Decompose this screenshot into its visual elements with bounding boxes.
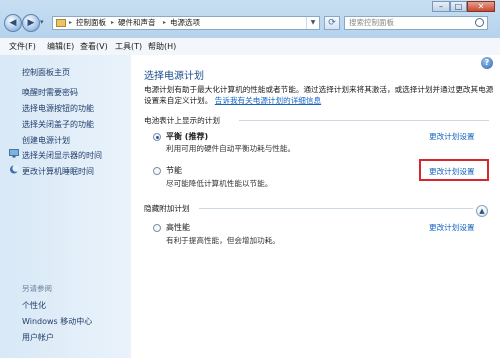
chevron-up-icon: ▲: [479, 207, 485, 215]
plan-high-performance-name[interactable]: 高性能: [166, 222, 190, 233]
back-button[interactable]: ◀: [4, 14, 22, 32]
moon-icon: [10, 165, 19, 174]
refresh-button[interactable]: ⟳: [324, 16, 340, 30]
menu-bar: 文件(F) 编辑(E) 查看(V) 工具(T) 帮助(H): [0, 38, 500, 56]
recent-pages-dropdown[interactable]: ▾: [40, 18, 48, 26]
see-also-personalization[interactable]: 个性化: [22, 300, 46, 311]
address-dropdown-icon[interactable]: ▼: [306, 17, 319, 29]
plan-power-saver-radio[interactable]: [153, 167, 161, 175]
plan-power-saver-name[interactable]: 节能: [166, 165, 182, 176]
plan-high-performance-change-settings-link[interactable]: 更改计划设置: [429, 222, 475, 233]
menu-tools[interactable]: 工具(T): [115, 38, 142, 55]
plan-high-performance-desc: 有利于提高性能，但会增加功耗。: [166, 236, 280, 245]
collapse-button[interactable]: ▲: [476, 205, 488, 217]
menu-help[interactable]: 帮助(H): [148, 38, 176, 55]
battery-plans-heading: 电池表计上显示的计划: [144, 116, 220, 125]
arrow-right-icon: ▶: [27, 18, 35, 28]
close-button[interactable]: ✕: [467, 1, 495, 12]
group-divider: [199, 208, 473, 209]
hidden-plans-heading: 隐藏附加计划: [144, 204, 190, 213]
title-bar: – □ ✕ ◀ ▶ ▾ ▸ 控制面板 ▸ 硬件和声音 ▸ 电源选项 ▼ ⟳ 搜索…: [0, 0, 500, 38]
breadcrumb-separator-icon: ▸: [69, 19, 73, 26]
group-divider: [239, 120, 489, 121]
menu-view[interactable]: 查看(V): [80, 38, 108, 55]
main-panel: ? 选择电源计划 电源计划有助于最大化计算机的性能或者节能。通过选择计划来将其激…: [131, 55, 500, 358]
see-also-heading: 另请参阅: [22, 284, 52, 293]
sidebar-create-power-plan[interactable]: 创建电源计划: [22, 135, 70, 146]
window-frame: – □ ✕ ◀ ▶ ▾ ▸ 控制面板 ▸ 硬件和声音 ▸ 电源选项 ▼ ⟳ 搜索…: [0, 0, 500, 358]
forward-button[interactable]: ▶: [22, 14, 40, 32]
sidebar: 控制面板主页 唤醒时需要密码 选择电源按钮的功能 选择关闭盖子的功能 创建电源计…: [0, 55, 132, 358]
sidebar-control-panel-home[interactable]: 控制面板主页: [22, 67, 70, 78]
breadcrumb-separator-icon: ▸: [111, 19, 115, 26]
help-icon[interactable]: ?: [481, 57, 493, 69]
breadcrumb-hardware-sound[interactable]: 硬件和声音: [118, 17, 156, 29]
page-title: 选择电源计划: [144, 71, 204, 82]
control-panel-icon: [56, 19, 66, 27]
search-input[interactable]: 搜索控制面板: [344, 16, 488, 30]
sidebar-sleep-time[interactable]: 更改计算机睡眠时间: [22, 166, 94, 177]
search-icon[interactable]: [475, 18, 484, 27]
breadcrumb-power-options[interactable]: 电源选项: [170, 17, 200, 29]
menu-file[interactable]: 文件(F): [9, 38, 36, 55]
breadcrumb-control-panel[interactable]: 控制面板: [76, 17, 106, 29]
maximize-button[interactable]: □: [450, 1, 467, 12]
minimize-button[interactable]: –: [432, 1, 450, 12]
breadcrumb-separator-icon: ▸: [163, 19, 167, 26]
arrow-left-icon: ◀: [9, 18, 17, 28]
sidebar-lid-close-action[interactable]: 选择关闭盖子的功能: [22, 119, 94, 130]
search-placeholder: 搜索控制面板: [349, 18, 394, 27]
see-also-user-accounts[interactable]: 用户帐户: [22, 332, 54, 343]
menu-edit[interactable]: 编辑(E): [47, 38, 74, 55]
highlight-box: [419, 159, 489, 181]
sidebar-require-password[interactable]: 唤醒时需要密码: [22, 87, 78, 98]
address-bar[interactable]: ▸ 控制面板 ▸ 硬件和声音 ▸ 电源选项 ▼: [52, 16, 320, 30]
plan-balanced-change-settings-link[interactable]: 更改计划设置: [429, 131, 475, 142]
plan-high-performance-radio[interactable]: [153, 224, 161, 232]
monitor-icon: [9, 149, 19, 158]
power-plan-info-link[interactable]: 告诉我有关电源计划的详细信息: [215, 96, 321, 105]
plan-power-saver-desc: 尽可能降低计算机性能以节能。: [166, 179, 273, 188]
sidebar-power-button-action[interactable]: 选择电源按钮的功能: [22, 103, 94, 114]
plan-balanced-name[interactable]: 平衡 (推荐): [166, 131, 208, 142]
page-description: 电源计划有助于最大化计算机的性能或者节能。通过选择计划来将其激活，或选择计划并通…: [144, 84, 494, 106]
plan-balanced-desc: 利用可用的硬件自动平衡功耗与性能。: [166, 144, 296, 153]
plan-balanced-radio[interactable]: [153, 133, 161, 141]
sidebar-display-off-time[interactable]: 选择关闭显示器的时间: [22, 150, 102, 161]
refresh-icon: ⟳: [328, 18, 336, 28]
see-also-mobility-center[interactable]: Windows 移动中心: [22, 316, 92, 327]
